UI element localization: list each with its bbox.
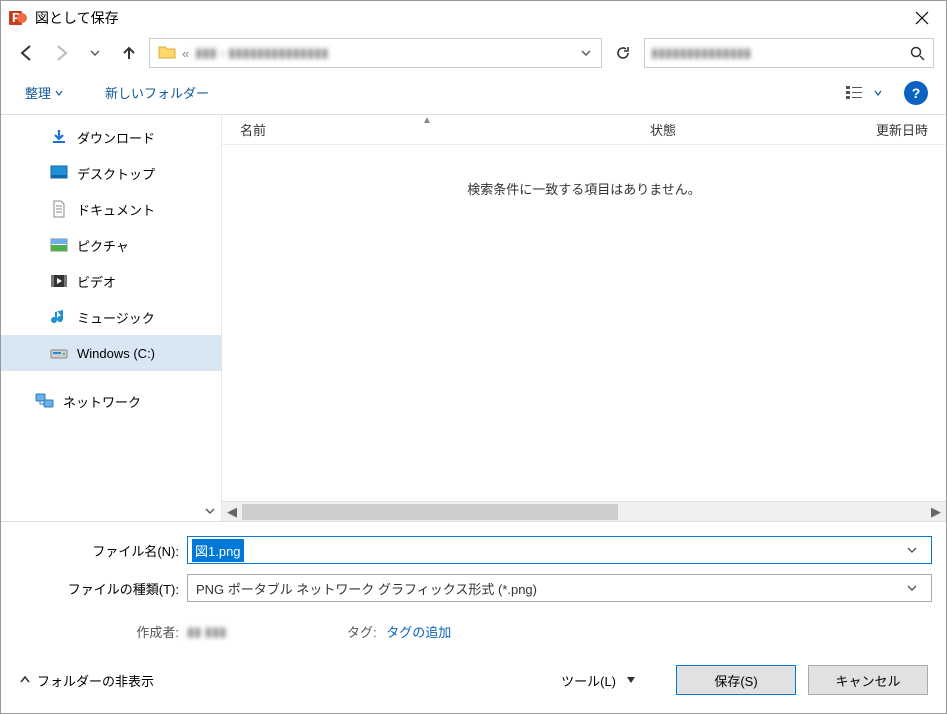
column-header-state[interactable]: 状態 bbox=[632, 120, 752, 139]
address-bar[interactable]: « ▮▮▮ › ▮▮▮▮▮▮▮▮▮▮▮▮▮▮ bbox=[149, 38, 602, 68]
up-button[interactable] bbox=[115, 39, 143, 67]
save-as-dialog: P 図として保存 « ▮▮▮ › ▮▮▮▮▮▮▮▮▮▮▮▮▮▮ bbox=[0, 0, 947, 714]
navigation-row: « ▮▮▮ › ▮▮▮▮▮▮▮▮▮▮▮▮▮▮ ▮▮▮▮▮▮▮▮▮▮▮▮▮▮ bbox=[1, 35, 946, 71]
scroll-right-arrow[interactable]: ▶ bbox=[926, 504, 946, 520]
author-value: ▮▮ ▮▮▮ bbox=[187, 624, 287, 640]
add-tag-link[interactable]: タグの追加 bbox=[386, 625, 451, 640]
new-folder-button[interactable]: 新しいフォルダー bbox=[99, 79, 215, 106]
sidebar-item-drive-c[interactable]: Windows (C:) bbox=[1, 335, 221, 371]
refresh-button[interactable] bbox=[608, 38, 638, 68]
picture-icon bbox=[49, 235, 69, 255]
sort-indicator-icon: ▲ bbox=[422, 115, 432, 126]
tools-button[interactable]: ツール(L) bbox=[553, 667, 644, 694]
sidebar-item-label: ネットワーク bbox=[63, 392, 141, 411]
save-button[interactable]: 保存(S) bbox=[676, 665, 796, 695]
chevron-down-icon bbox=[874, 89, 882, 97]
sidebar-item-label: ダウンロード bbox=[77, 128, 155, 147]
new-folder-label: 新しいフォルダー bbox=[105, 83, 209, 102]
sidebar-item-label: Windows (C:) bbox=[77, 346, 155, 361]
cancel-button[interactable]: キャンセル bbox=[808, 665, 928, 695]
sidebar-item-downloads[interactable]: ダウンロード bbox=[1, 119, 221, 155]
sidebar-item-desktop[interactable]: デスクトップ bbox=[1, 155, 221, 191]
sidebar-item-label: ビデオ bbox=[77, 272, 116, 291]
sidebar: ダウンロード デスクトップ ドキュメント ピクチャ ビデオ bbox=[1, 115, 221, 521]
sidebar-item-label: ピクチャ bbox=[77, 236, 129, 255]
main-area: ダウンロード デスクトップ ドキュメント ピクチャ ビデオ bbox=[1, 115, 946, 521]
footer: フォルダーの非表示 ツール(L) 保存(S) キャンセル bbox=[1, 651, 946, 713]
search-box[interactable]: ▮▮▮▮▮▮▮▮▮▮▮▮▮▮ bbox=[644, 38, 934, 68]
tag-label: タグ: bbox=[347, 625, 377, 640]
author-label: 作成者: bbox=[15, 622, 187, 641]
filetype-dropdown[interactable] bbox=[907, 583, 931, 593]
recent-dropdown[interactable] bbox=[81, 39, 109, 67]
filename-history-dropdown[interactable] bbox=[907, 545, 931, 555]
chevron-down-icon bbox=[55, 89, 63, 97]
chevron-down-icon bbox=[626, 675, 636, 685]
back-button[interactable] bbox=[13, 39, 41, 67]
filetype-value: PNG ポータブル ネットワーク グラフィックス形式 (*.png) bbox=[188, 579, 907, 598]
organize-button[interactable]: 整理 bbox=[19, 79, 69, 106]
column-headers: ▲ 名前 状態 更新日時 bbox=[222, 115, 946, 145]
sidebar-item-videos[interactable]: ビデオ bbox=[1, 263, 221, 299]
chevron-up-icon bbox=[19, 674, 31, 686]
metadata-row: 作成者: ▮▮ ▮▮▮ タグ: タグの追加 bbox=[15, 612, 932, 641]
search-icon[interactable] bbox=[907, 46, 927, 61]
bottom-panel: ファイル名(N): 図1.png ファイルの種類(T): PNG ポータブル ネ… bbox=[1, 521, 946, 651]
sidebar-scroll-down[interactable] bbox=[1, 501, 221, 521]
forward-button[interactable] bbox=[47, 39, 75, 67]
address-dropdown[interactable] bbox=[575, 48, 597, 58]
breadcrumb-separator: « bbox=[182, 46, 189, 61]
close-button[interactable] bbox=[898, 1, 946, 35]
download-icon bbox=[49, 127, 69, 147]
list-view-icon bbox=[846, 85, 866, 101]
title-bar: P 図として保存 bbox=[1, 1, 946, 35]
horizontal-scrollbar[interactable]: ◀ ▶ bbox=[222, 501, 946, 521]
filename-value: 図1.png bbox=[192, 539, 244, 562]
filetype-label: ファイルの種類(T): bbox=[15, 579, 187, 598]
document-icon bbox=[49, 199, 69, 219]
scroll-track[interactable] bbox=[242, 504, 926, 520]
column-header-date[interactable]: 更新日時 bbox=[752, 120, 946, 139]
network-icon bbox=[35, 391, 55, 411]
folder-icon bbox=[158, 43, 178, 63]
scroll-left-arrow[interactable]: ◀ bbox=[222, 504, 242, 520]
tools-label: ツール(L) bbox=[561, 671, 616, 690]
sidebar-item-label: ミュージック bbox=[77, 308, 155, 327]
cancel-label: キャンセル bbox=[835, 671, 900, 690]
file-list-area: ▲ 名前 状態 更新日時 検索条件に一致する項目はありません。 ◀ ▶ bbox=[221, 115, 946, 521]
save-label: 保存(S) bbox=[714, 671, 757, 690]
search-placeholder: ▮▮▮▮▮▮▮▮▮▮▮▮▮▮ bbox=[651, 45, 907, 61]
sidebar-item-pictures[interactable]: ピクチャ bbox=[1, 227, 221, 263]
sidebar-item-network[interactable]: ネットワーク bbox=[1, 383, 221, 419]
filetype-select[interactable]: PNG ポータブル ネットワーク グラフィックス形式 (*.png) bbox=[187, 574, 932, 602]
sidebar-item-documents[interactable]: ドキュメント bbox=[1, 191, 221, 227]
organize-label: 整理 bbox=[25, 83, 51, 102]
help-button[interactable]: ? bbox=[904, 81, 928, 105]
hide-folders-label: フォルダーの非表示 bbox=[37, 671, 154, 690]
sidebar-item-label: デスクトップ bbox=[77, 164, 155, 183]
sidebar-item-music[interactable]: ミュージック bbox=[1, 299, 221, 335]
dialog-title: 図として保存 bbox=[35, 8, 898, 28]
sidebar-item-label: ドキュメント bbox=[77, 200, 155, 219]
music-icon bbox=[49, 307, 69, 327]
filename-row: ファイル名(N): 図1.png bbox=[15, 536, 932, 564]
address-path: ▮▮▮ › ▮▮▮▮▮▮▮▮▮▮▮▮▮▮ bbox=[189, 45, 575, 61]
toolbar: 整理 新しいフォルダー ? bbox=[1, 71, 946, 115]
empty-message: 検索条件に一致する項目はありません。 bbox=[222, 145, 946, 198]
folder-tree: ダウンロード デスクトップ ドキュメント ピクチャ ビデオ bbox=[1, 115, 221, 501]
scroll-thumb[interactable] bbox=[242, 504, 618, 520]
view-options-button[interactable] bbox=[838, 81, 890, 105]
filetype-row: ファイルの種類(T): PNG ポータブル ネットワーク グラフィックス形式 (… bbox=[15, 574, 932, 602]
powerpoint-icon: P bbox=[9, 9, 27, 27]
drive-icon bbox=[49, 343, 69, 363]
desktop-icon bbox=[49, 163, 69, 183]
video-icon bbox=[49, 271, 69, 291]
filename-input[interactable]: 図1.png bbox=[187, 536, 932, 564]
filename-label: ファイル名(N): bbox=[15, 541, 187, 560]
hide-folders-button[interactable]: フォルダーの非表示 bbox=[19, 671, 154, 690]
